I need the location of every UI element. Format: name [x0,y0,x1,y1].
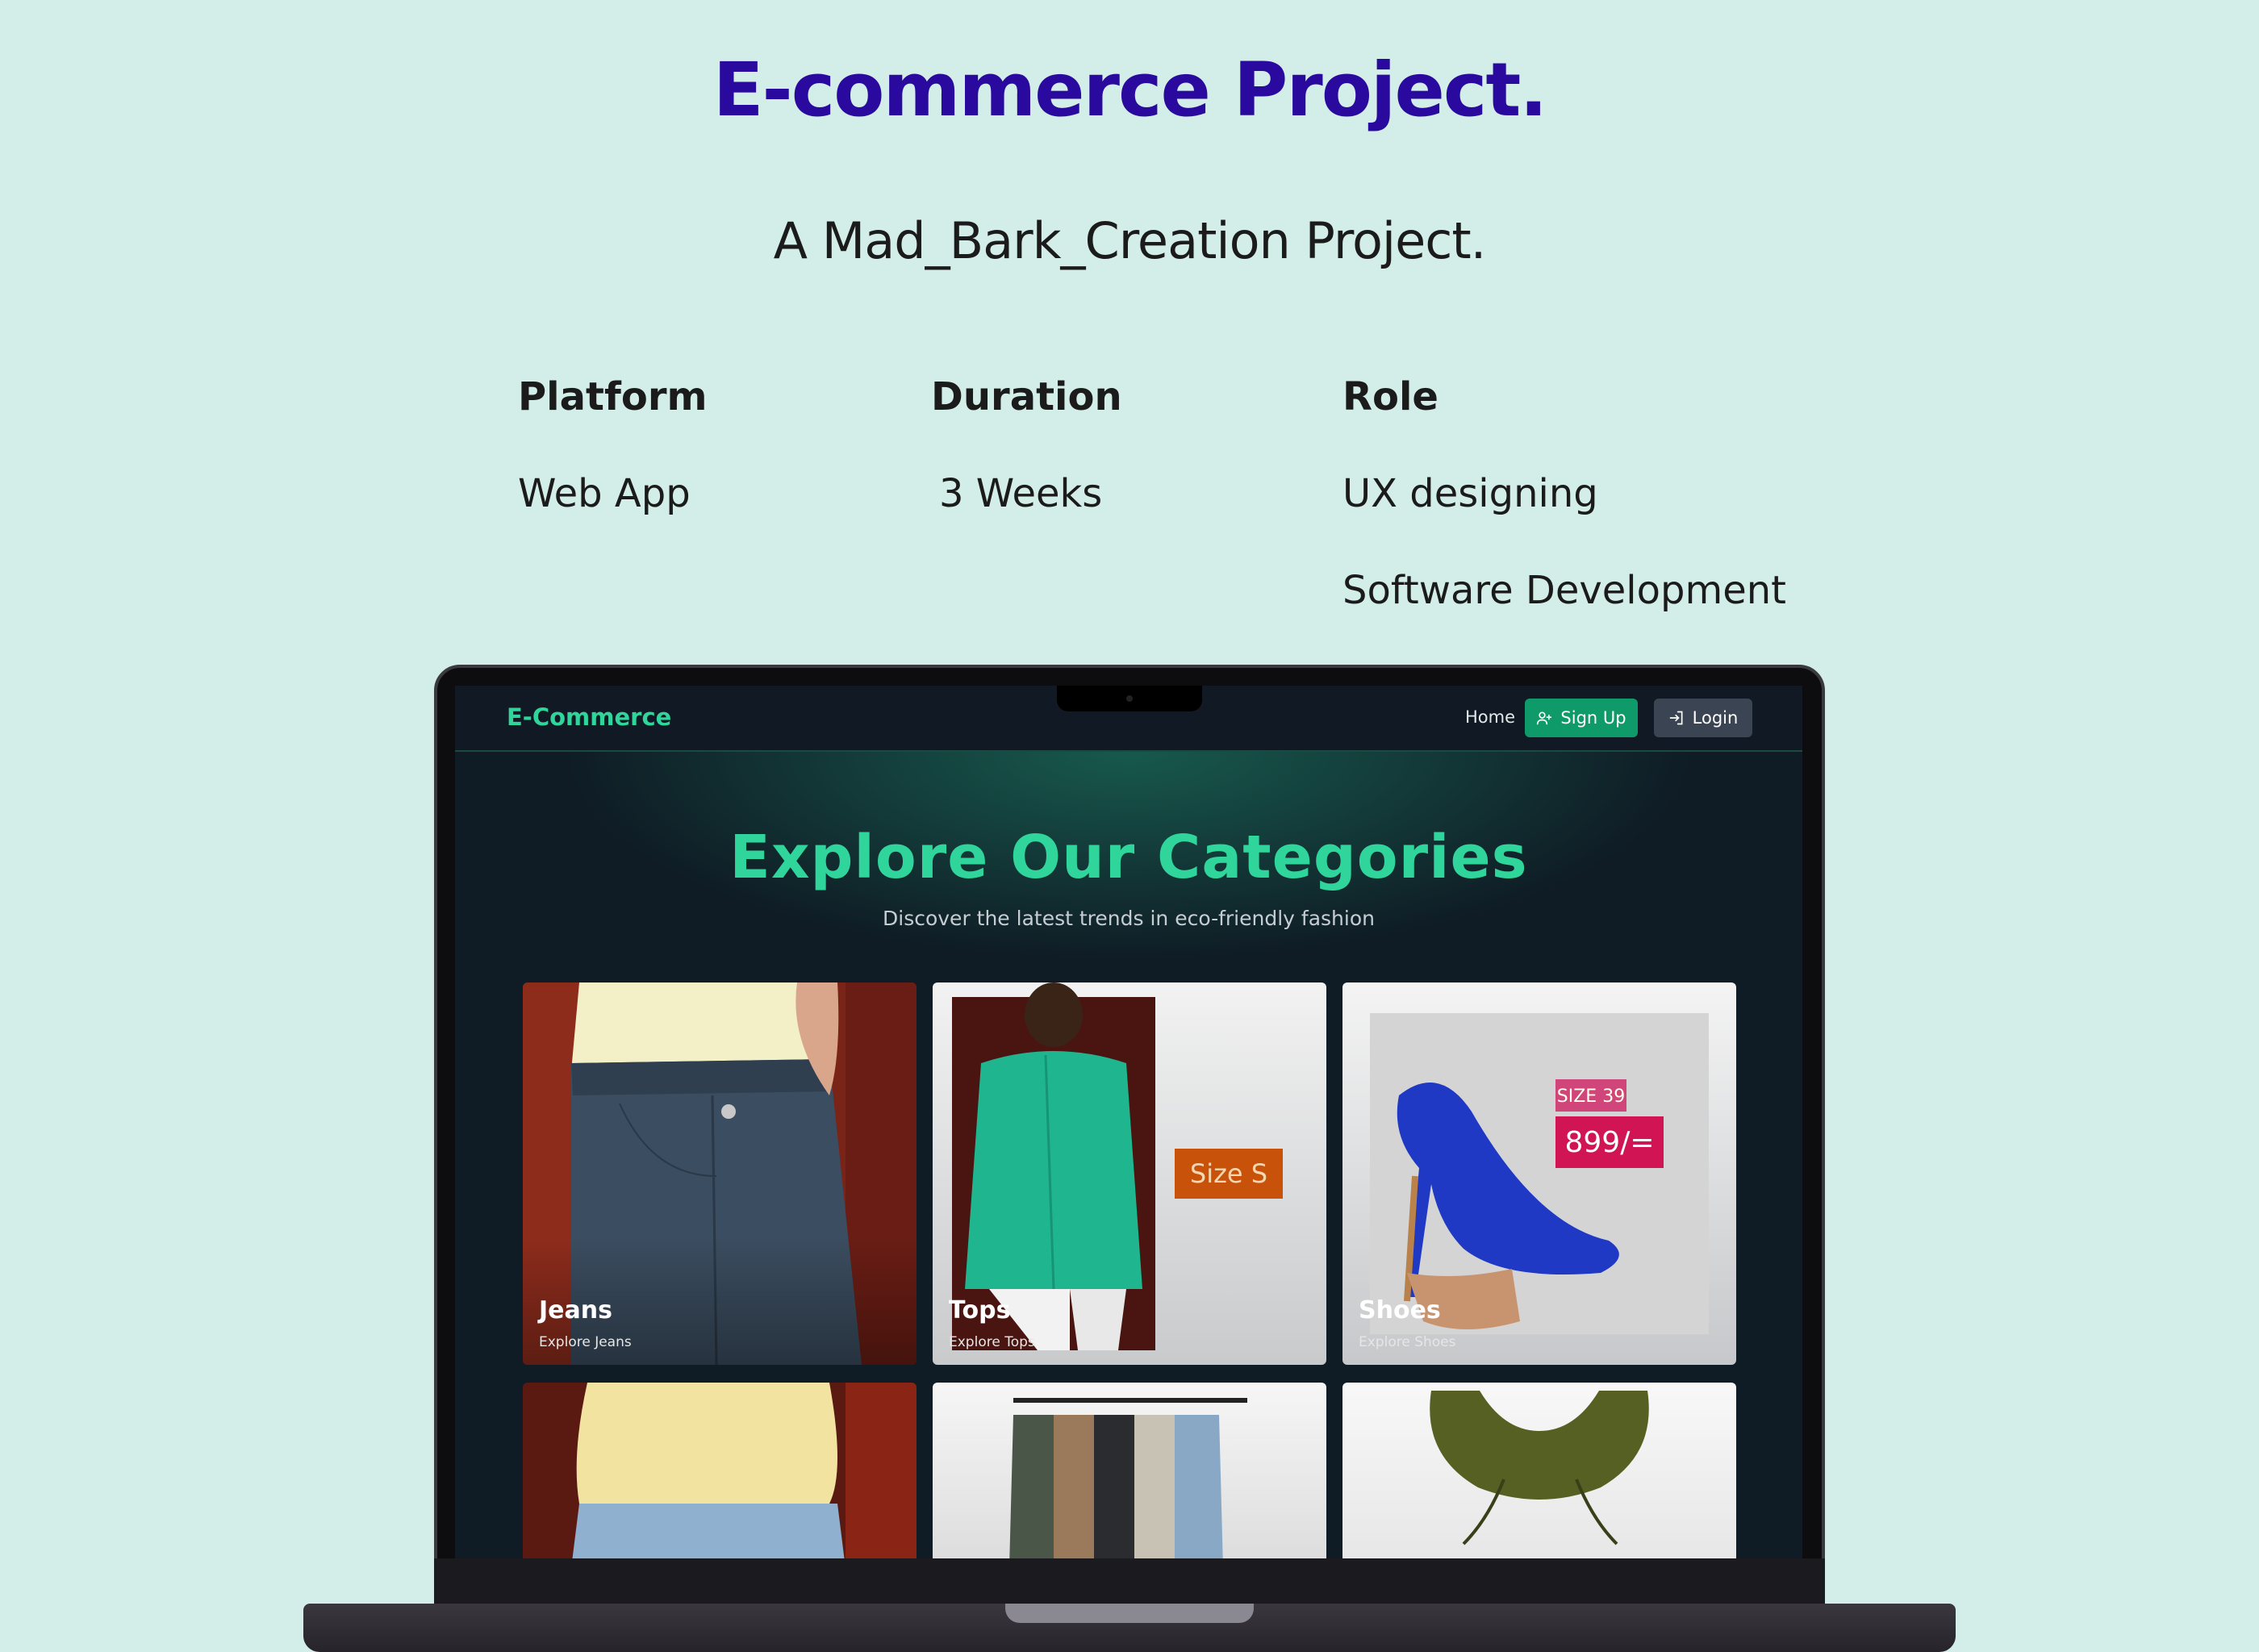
page-subtitle: A Mad_Bark_Creation Project. [773,211,1487,270]
clothing-rack-image [1009,1398,1247,1558]
category-card-jeans[interactable]: Jeans Explore Jeans [523,982,917,1365]
bra-top-image [1430,1391,1649,1546]
duration-value: 3 Weeks [939,471,1103,516]
role-value-dev: Software Development [1342,568,1786,613]
platform-heading: Platform [518,374,708,419]
laptop-hinge [434,1558,1825,1604]
category-card-tops[interactable]: Size S Tops Explore Tops [933,982,1326,1365]
category-label-tops: Tops [949,1296,1011,1325]
laptop-screen: E-Commerce Home Sign Up Login Explore Ou… [455,686,1802,1558]
role-heading: Role [1342,374,1438,419]
role-column: Role UX designing Software Development [1342,373,1786,615]
platform-column: Platform Web App [518,373,708,518]
category-label-shoes: Shoes [1359,1296,1441,1325]
hero-title: Explore Our Categories [729,823,1528,892]
category-sub-jeans: Explore Jeans [539,1334,632,1350]
category-card-row2-3[interactable] [1342,1383,1736,1558]
category-sub-shoes: Explore Shoes [1359,1334,1456,1350]
role-value-ux: UX designing [1342,471,1598,516]
shoes-size-tag: SIZE 39 [1557,1087,1625,1107]
category-label-jeans: Jeans [539,1296,612,1325]
laptop-base-notch [1005,1604,1254,1623]
category-card-row2-2[interactable] [933,1383,1326,1558]
duration-heading: Duration [931,374,1122,419]
signup-button[interactable]: Sign Up [1525,699,1638,737]
page-title: E-commerce Project. [712,47,1548,133]
login-button[interactable]: Login [1654,699,1752,737]
brand-logo[interactable]: E-Commerce [507,703,671,731]
nav-home-link[interactable]: Home [1465,707,1515,727]
shorts-image [523,1383,917,1558]
hero-subtitle: Discover the latest trends in eco-friend… [883,907,1375,930]
tops-size-tag: Size S [1190,1158,1267,1189]
category-card-row2-1[interactable] [523,1383,917,1558]
login-icon [1669,711,1683,725]
login-label: Login [1692,708,1739,728]
camera-notch [1057,686,1202,711]
category-sub-tops: Explore Tops [949,1334,1035,1350]
user-plus-icon [1537,711,1552,725]
duration-column: Duration 3 Weeks [931,373,1122,518]
signup-label: Sign Up [1560,708,1626,728]
category-card-shoes[interactable]: SIZE 39 899/= Shoes Explore Shoes [1342,982,1736,1365]
platform-value: Web App [518,471,691,516]
shoes-price-tag: 899/= [1564,1126,1654,1159]
